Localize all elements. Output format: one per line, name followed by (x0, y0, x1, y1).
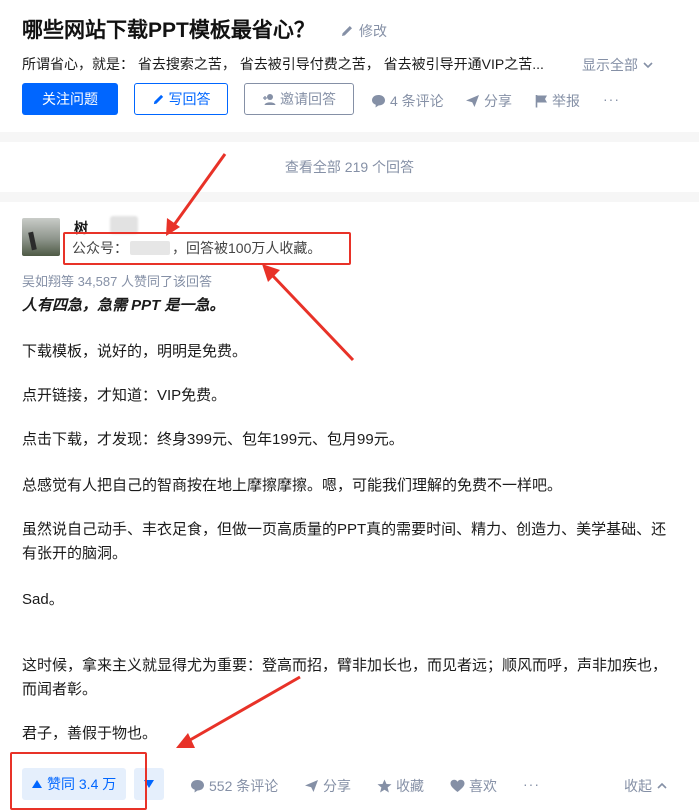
annotation-arrow (262, 264, 355, 362)
annotation-arrow (166, 153, 227, 236)
annotation-arrow (176, 675, 301, 748)
annotation-arrows (166, 153, 355, 748)
